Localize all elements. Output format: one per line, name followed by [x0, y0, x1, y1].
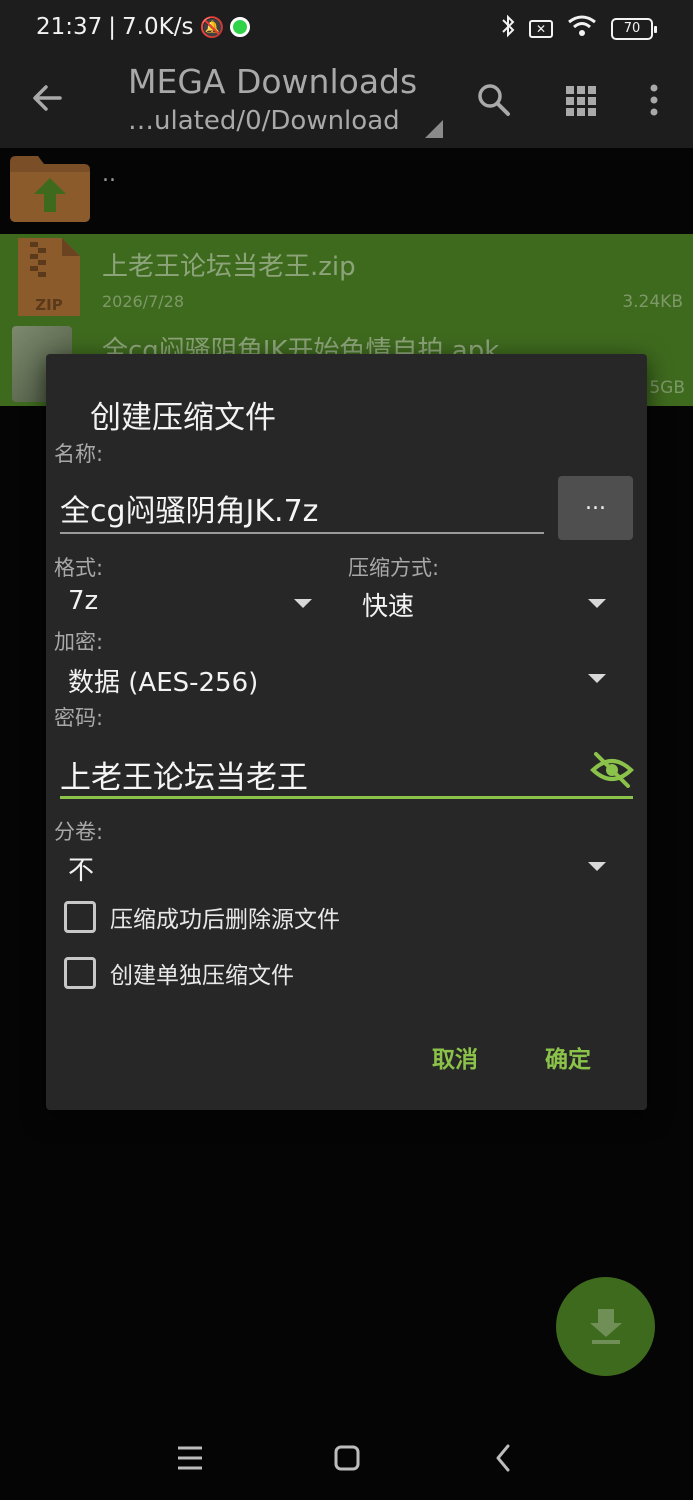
delete-source-checkbox[interactable]: [64, 901, 96, 933]
format-select[interactable]: 7z: [68, 586, 98, 616]
password-underline: [60, 796, 633, 799]
encrypt-select[interactable]: 数据 (AES-256): [68, 662, 258, 699]
encrypt-label: 加密:: [54, 630, 104, 654]
wifi-icon: [567, 15, 597, 42]
volume-select[interactable]: 不: [68, 850, 94, 887]
download-icon: [590, 1309, 622, 1344]
sim-x-icon: ✕: [529, 19, 553, 38]
parent-folder-label: ..: [102, 162, 116, 187]
file-size: 5GB: [649, 378, 685, 398]
format-dropdown-icon[interactable]: [294, 599, 312, 608]
battery-icon: 70: [611, 17, 657, 40]
search-icon[interactable]: [474, 78, 514, 122]
create-archive-dialog: 创建压缩文件 名称: 全cg闷骚阴角JK.7z ... 格式: 7z 压缩方式:…: [46, 354, 647, 1110]
method-label: 压缩方式:: [348, 556, 440, 580]
mute-bell-icon: 🔕: [199, 15, 225, 39]
method-select[interactable]: 快速: [362, 586, 414, 623]
status-left: 21:37 | 7.0K/s 🔕: [36, 14, 251, 40]
separate-archive-label: 创建单独压缩文件: [110, 963, 294, 989]
file-name[interactable]: 上老王论坛当老王.zip: [102, 246, 356, 283]
file-date: 2026/7/28: [102, 292, 185, 311]
home-nav-icon[interactable]: [326, 1440, 366, 1476]
download-fab[interactable]: [556, 1277, 655, 1376]
method-dropdown-icon[interactable]: [588, 599, 606, 608]
separate-archive-checkbox[interactable]: [64, 957, 96, 989]
browse-button[interactable]: ...: [558, 476, 633, 540]
eye-off-icon[interactable]: [590, 752, 634, 788]
delete-source-label: 压缩成功后删除源文件: [110, 907, 340, 933]
back-arrow-icon[interactable]: [30, 76, 70, 120]
volume-label: 分卷:: [54, 820, 104, 844]
zip-icon-label: ZIP: [35, 296, 62, 314]
separate-archive-checkbox-row[interactable]: 创建单独压缩文件: [64, 956, 294, 990]
confirm-button[interactable]: 确定: [545, 1040, 591, 1074]
status-right: ✕ 70: [501, 14, 657, 43]
zip-file-icon: ZIP: [18, 238, 80, 316]
password-input[interactable]: 上老王论坛当老王: [60, 752, 308, 797]
encrypt-dropdown-icon[interactable]: [588, 674, 606, 683]
status-time: 21:37: [36, 14, 103, 40]
archive-name-input[interactable]: 全cg闷骚阴角JK.7z: [60, 486, 318, 530]
more-options-icon[interactable]: [636, 78, 676, 122]
folder-up-icon: [10, 156, 90, 222]
password-label: 密码:: [54, 706, 104, 730]
file-size: 3.24KB: [622, 292, 683, 312]
app-dot-icon: [230, 17, 251, 37]
app-title: MEGA Downloads: [128, 62, 418, 101]
path-dropdown-icon[interactable]: [425, 120, 443, 138]
name-label: 名称:: [54, 442, 104, 466]
dialog-title: 创建压缩文件: [90, 400, 276, 436]
volume-dropdown-icon[interactable]: [588, 862, 606, 871]
status-bar: 21:37 | 7.0K/s 🔕 ✕ 70: [0, 0, 693, 60]
cancel-button[interactable]: 取消: [432, 1040, 478, 1074]
list-item-parent-folder[interactable]: ..: [0, 148, 693, 234]
delete-source-checkbox-row[interactable]: 压缩成功后删除源文件: [64, 900, 340, 934]
status-speed: 7.0K/s: [122, 14, 194, 40]
back-nav-icon[interactable]: [484, 1440, 524, 1476]
grid-view-icon[interactable]: [562, 78, 602, 122]
name-underline: [60, 532, 544, 534]
bluetooth-icon: [501, 14, 515, 43]
path-dropdown[interactable]: …ulated/0/Download: [128, 106, 400, 136]
format-label: 格式:: [54, 556, 104, 580]
menu-nav-icon[interactable]: [170, 1440, 210, 1476]
app-bar: MEGA Downloads …ulated/0/Download: [0, 60, 693, 148]
